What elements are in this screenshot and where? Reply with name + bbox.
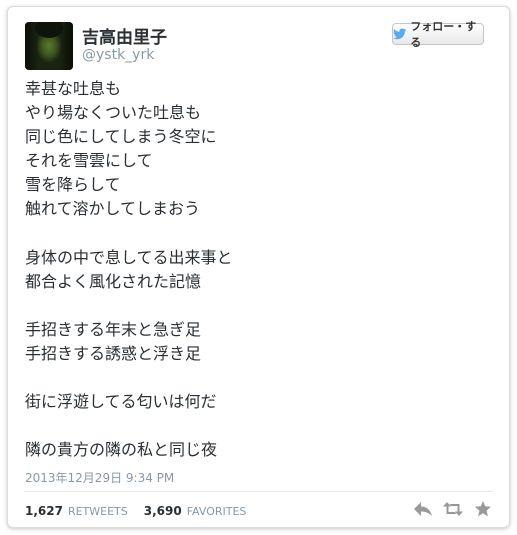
screen-name[interactable]: @ystk_yrk [82, 47, 154, 63]
display-name[interactable]: 吉高由里子 [82, 23, 167, 48]
retweet-icon [443, 502, 463, 516]
follow-button-label: フォロー・する [410, 20, 477, 49]
favorites-count[interactable]: 3,690 [144, 504, 182, 518]
favorites-label[interactable]: FAVORITES [187, 505, 247, 518]
favorite-button[interactable] [473, 501, 493, 517]
retweets-count[interactable]: 1,627 [25, 504, 63, 518]
reply-button[interactable] [413, 501, 433, 517]
retweets-label[interactable]: RETWEETS [68, 505, 128, 518]
star-icon [475, 501, 491, 517]
twitter-bird-icon [393, 28, 407, 40]
tweet-text: 幸甚な吐息も やり場なくついた吐息も 同じ色にしてしまう冬空に それを雪雲にして… [25, 79, 233, 460]
retweet-button[interactable] [443, 501, 463, 517]
tweet-stats: 1,627 RETWEETS 3,690 FAVORITES [25, 504, 246, 518]
tweet-actions [413, 501, 493, 517]
divider [25, 491, 492, 492]
avatar[interactable] [25, 22, 73, 70]
embedded-tweet-card: 吉高由里子 @ystk_yrk フォロー・する 幸甚な吐息も やり場なくついた吐… [7, 6, 510, 528]
follow-button[interactable]: フォロー・する [392, 20, 484, 49]
tweet-timestamp[interactable]: 2013年12月29日 9:34 PM [25, 469, 174, 486]
reply-icon [414, 502, 432, 516]
